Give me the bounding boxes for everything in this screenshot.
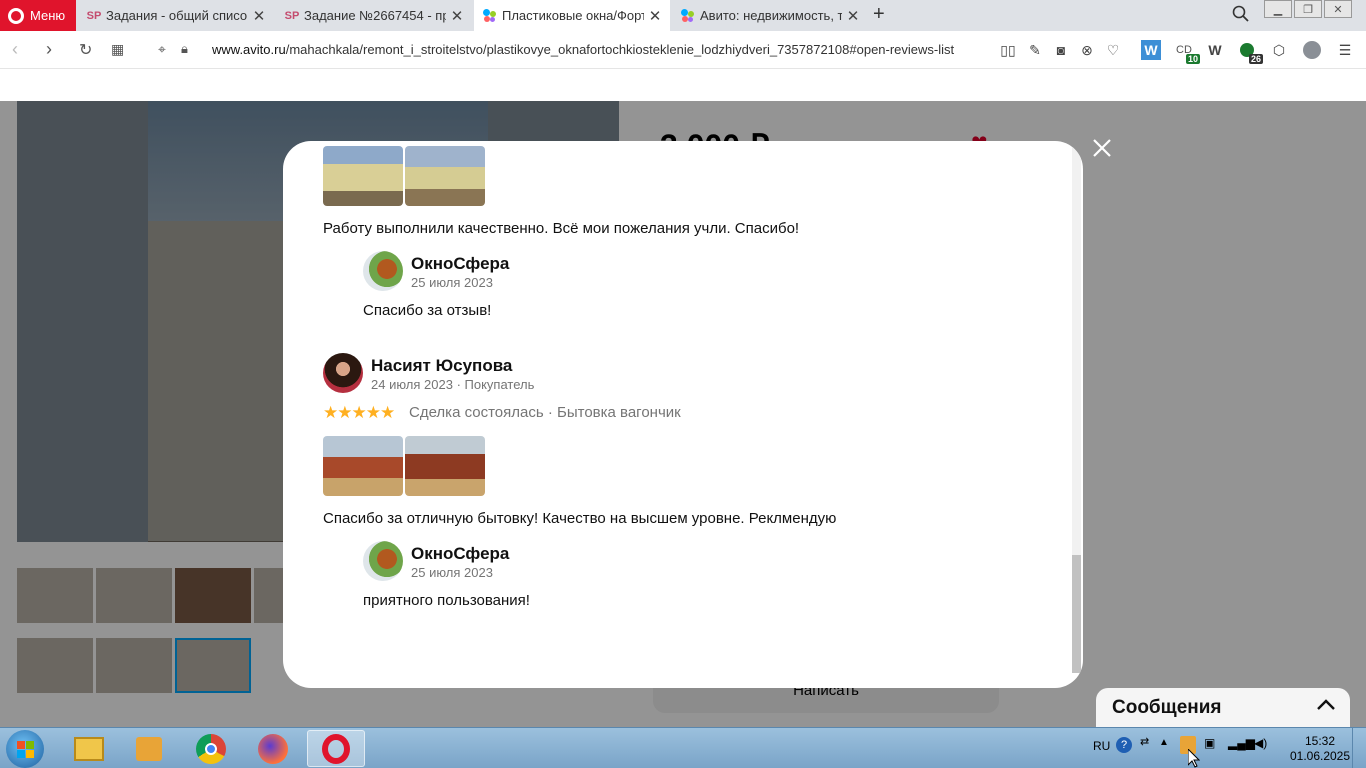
cd-extension-badge: 10 [1185, 54, 1200, 64]
tab-tasks-list[interactable]: SP Задания - общий список з ✕ [78, 0, 274, 31]
reviews-modal: Работу выполнили качественно. Всё мои по… [283, 141, 1083, 688]
show-desktop-button[interactable] [1352, 728, 1366, 768]
system-clock[interactable]: 15:32 01.06.2025 [1288, 734, 1352, 764]
reader-mode-icon[interactable]: ▯▯ [998, 40, 1018, 60]
reply-text: Спасибо за отзыв! [363, 302, 492, 319]
modal-scrollbar[interactable] [1072, 147, 1081, 673]
network-small-icon[interactable]: ⇄ [1140, 735, 1149, 748]
review-photo[interactable] [405, 436, 485, 496]
adblock-icon[interactable]: ⊗ [1077, 40, 1097, 60]
opera-logo-icon [8, 7, 24, 24]
seller-avatar [363, 541, 403, 581]
menu-label: Меню [30, 8, 66, 23]
minimize-icon[interactable]: ▁ [1264, 0, 1292, 18]
volume-icon[interactable]: ◀) [1254, 736, 1267, 750]
green-extension-badge: 26 [1248, 54, 1263, 64]
url-field[interactable]: www.avito.ru/mahachkala/remont_i_stroite… [212, 42, 954, 57]
cd-extension-icon[interactable]: CD 10 [1174, 40, 1200, 64]
review-text: Спасибо за отличную бытовку! Качество на… [323, 510, 837, 527]
close-tab-icon[interactable]: ✕ [648, 7, 662, 25]
language-indicator[interactable]: RU [1093, 739, 1110, 753]
review-photo[interactable] [405, 146, 485, 206]
clock-time: 15:32 [1304, 734, 1336, 748]
reply-date: 25 июля 2023 [411, 565, 493, 580]
new-tab-plus-icon[interactable]: + [873, 3, 885, 26]
speed-dial-icon[interactable]: ▦ [111, 41, 124, 58]
windows-taskbar: RU ? ⇄ ▲ ▣ ▂▄▆ ◀) 15:32 01.06.2025 [0, 727, 1366, 768]
avito-icon [482, 8, 498, 24]
address-bar: ‹ › ↻ ▦ ⌖ 🔒︎ www.avito.ru/mahachkala/rem… [0, 31, 1366, 69]
tab-title: Задание №2667454 - про [304, 8, 446, 23]
reply-author: ОкноСфера [411, 254, 510, 273]
reply-date: 25 июля 2023 [411, 275, 493, 290]
review-meta: 24 июля 2023 · Покупатель [371, 377, 535, 392]
back-icon[interactable]: ‹ [12, 39, 18, 60]
url-path: /mahachkala/remont_i_stroitelstvo/plasti… [285, 42, 955, 57]
sp-icon: SP [86, 9, 102, 22]
window-controls: ▁ ❐ ✕ [1264, 0, 1354, 18]
media-player-taskbar-icon[interactable] [120, 730, 178, 767]
tab-title: Задания - общий список з [106, 8, 248, 23]
snapshot-camera-icon[interactable]: ◙ [1051, 40, 1071, 60]
scrollbar-thumb[interactable] [1072, 555, 1081, 673]
forward-icon[interactable]: › [46, 39, 52, 60]
maximize-icon[interactable]: ❐ [1294, 0, 1322, 18]
tab-title: Авито: недвижимость, тра [700, 8, 842, 23]
close-tab-icon[interactable]: ✕ [450, 7, 464, 25]
windows-start-button[interactable] [6, 730, 44, 768]
seller-avatar [363, 251, 403, 291]
url-domain: www.avito.ru [212, 42, 286, 57]
tab-search-icon[interactable] [1232, 5, 1250, 26]
edit-share-icon[interactable]: ✎ [1025, 40, 1045, 60]
review-text: Работу выполнили качественно. Всё мои по… [323, 220, 800, 237]
clock-date: 01.06.2025 [1289, 749, 1351, 763]
chrome-taskbar-icon[interactable] [182, 730, 240, 767]
reload-icon[interactable]: ↻ [79, 40, 92, 60]
messages-label: Сообщения [1112, 697, 1222, 718]
avito-icon [680, 8, 696, 24]
reply-author: ОкноСфера [411, 544, 510, 563]
network-signal-icon[interactable]: ▂▄▆ [1228, 736, 1255, 750]
sp-icon: SP [284, 9, 300, 22]
explorer-taskbar-icon[interactable] [60, 730, 118, 767]
close-tab-icon[interactable]: ✕ [252, 7, 266, 25]
w-extension-icon[interactable]: W [1205, 40, 1225, 60]
favorite-heart-icon[interactable]: ♡ [1103, 40, 1123, 60]
tab-task-2667454[interactable]: SP Задание №2667454 - про ✕ [276, 0, 472, 31]
location-pin-icon[interactable]: ⌖ [158, 41, 166, 58]
tab-plastic-windows[interactable]: Пластиковые окна/Форто ✕ [474, 0, 670, 31]
close-tab-icon[interactable]: ✕ [846, 7, 860, 25]
chevron-up-icon[interactable] [1316, 696, 1336, 717]
profile-avatar-icon[interactable] [1302, 40, 1322, 60]
firefox-taskbar-icon[interactable] [244, 730, 302, 767]
rating-stars: ★★★★★ [323, 403, 395, 422]
browser-tab-bar: Меню SP Задания - общий список з ✕ SP За… [0, 0, 1366, 31]
close-window-icon[interactable]: ✕ [1324, 0, 1352, 18]
help-icon[interactable]: ? [1116, 737, 1132, 753]
show-hidden-icons[interactable]: ▲ [1159, 737, 1169, 748]
review-deal-info: Сделка состоялась · Бытовка вагончик [409, 404, 681, 421]
mouse-cursor [1187, 747, 1201, 768]
tab-avito-realty[interactable]: Авито: недвижимость, тра ✕ [672, 0, 868, 31]
messages-widget[interactable]: Сообщения [1096, 688, 1350, 727]
close-icon[interactable] [1089, 137, 1115, 163]
easy-setup-icon[interactable]: ☰ [1335, 40, 1355, 60]
reviewer-name: Насият Юсупова [371, 356, 513, 375]
reply-text: приятного пользования! [363, 592, 530, 609]
usb-device-icon[interactable]: ▣ [1204, 736, 1215, 750]
lock-icon[interactable]: 🔒︎ [181, 41, 188, 57]
word-extension-icon[interactable]: W [1141, 40, 1161, 60]
reviewer-avatar [323, 353, 363, 393]
review-photo[interactable] [323, 146, 403, 206]
opera-menu-button[interactable]: Меню [0, 0, 76, 31]
review-photo[interactable] [323, 436, 403, 496]
opera-taskbar-icon[interactable] [307, 730, 365, 767]
tab-title: Пластиковые окна/Форто [502, 8, 644, 23]
cube-extension-icon[interactable]: ⬡ [1269, 40, 1289, 60]
green-extension-icon[interactable]: 26 [1237, 40, 1263, 64]
